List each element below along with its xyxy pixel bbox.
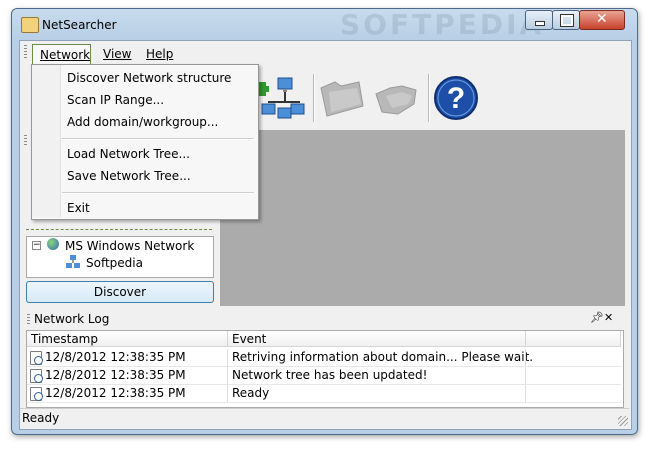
window-title: NetSearcher [42,18,117,32]
help-icon: ? [434,76,478,120]
menu-item-scan-ip[interactable]: Scan IP Range... [67,93,164,107]
app-folder-icon [21,17,39,33]
menu-item-exit[interactable]: Exit [67,201,90,215]
log-entry-icon [30,351,43,365]
menu-item-add-domain[interactable]: Add domain/workgroup... [67,115,218,129]
network-globe-icon [47,238,59,250]
domain-icon [66,255,80,269]
disabled-folder-button[interactable] [319,74,367,122]
tree-child-label[interactable]: Softpedia [86,256,143,270]
menu-network-label: Network [40,48,91,62]
menu-view[interactable]: View [103,47,131,61]
status-bar [20,408,629,428]
log-entry-icon [30,387,43,401]
row-event: Retriving information about domain... Pl… [232,350,534,364]
minimize-button[interactable] [525,10,553,30]
menu-icon-gutter [32,65,61,217]
row-timestamp: 12/8/2012 12:38:35 PM [45,368,186,382]
menu-network[interactable]: Network [32,44,91,66]
column-header-timestamp[interactable]: Timestamp [27,331,228,347]
menu-help[interactable]: Help [146,47,173,61]
close-x-icon: ✕ [596,11,608,27]
log-grip[interactable] [27,314,30,324]
tree-collapse-toggle[interactable]: − [32,241,41,250]
menubar-grip[interactable] [24,45,27,59]
disabled-hand-icon [375,85,417,115]
log-entry-icon [30,369,43,383]
menu-help-label: Help [146,47,174,61]
network-dropdown-menu [31,64,259,220]
menu-separator [62,192,254,194]
menu-item-save-tree[interactable]: Save Network Tree... [67,169,191,183]
add-network-button[interactable] [255,74,308,122]
row-event: Ready [232,386,270,400]
resize-grip-icon[interactable] [618,416,628,426]
panel-grip[interactable] [24,135,27,147]
minimize-icon [535,21,545,26]
table-row[interactable]: 12/8/2012 12:38:35 PM Retriving informat… [27,349,621,367]
row-timestamp: 12/8/2012 12:38:35 PM [45,350,186,364]
maximize-button[interactable] [552,10,580,30]
disabled-folder-icon [320,81,364,117]
row-event: Network tree has been updated! [232,368,428,382]
table-row[interactable]: 12/8/2012 12:38:35 PM Network tree has b… [27,367,621,385]
disabled-hand-button[interactable] [372,74,420,122]
svg-text:?: ? [447,82,465,115]
row-timestamp: 12/8/2012 12:38:35 PM [45,386,186,400]
log-title: Network Log [34,312,110,326]
discover-button[interactable]: Discover [26,281,214,303]
pin-icon[interactable]: 📌︎ [590,311,604,324]
menu-item-load-tree[interactable]: Load Network Tree... [67,147,190,161]
menu-item-discover[interactable]: Discover Network structure [67,71,231,85]
network-view-area[interactable] [220,130,625,306]
add-network-icon [255,77,305,119]
menu-view-label: View [103,47,132,61]
menu-separator [62,138,254,140]
close-icon[interactable]: ✕ [604,311,613,324]
watermark: SOFTPEDIA [340,8,545,41]
help-button[interactable]: ? [433,75,481,123]
maximize-icon [560,14,574,27]
column-header-blank[interactable] [526,331,621,347]
panel-divider [26,229,212,231]
status-text: Ready [22,411,60,425]
table-row[interactable]: 12/8/2012 12:38:35 PM Ready [27,385,621,403]
column-header-event[interactable]: Event [228,331,526,347]
close-window-button[interactable]: ✕ [579,10,625,30]
tree-root-label[interactable]: MS Windows Network [65,239,194,253]
log-header [20,310,629,328]
